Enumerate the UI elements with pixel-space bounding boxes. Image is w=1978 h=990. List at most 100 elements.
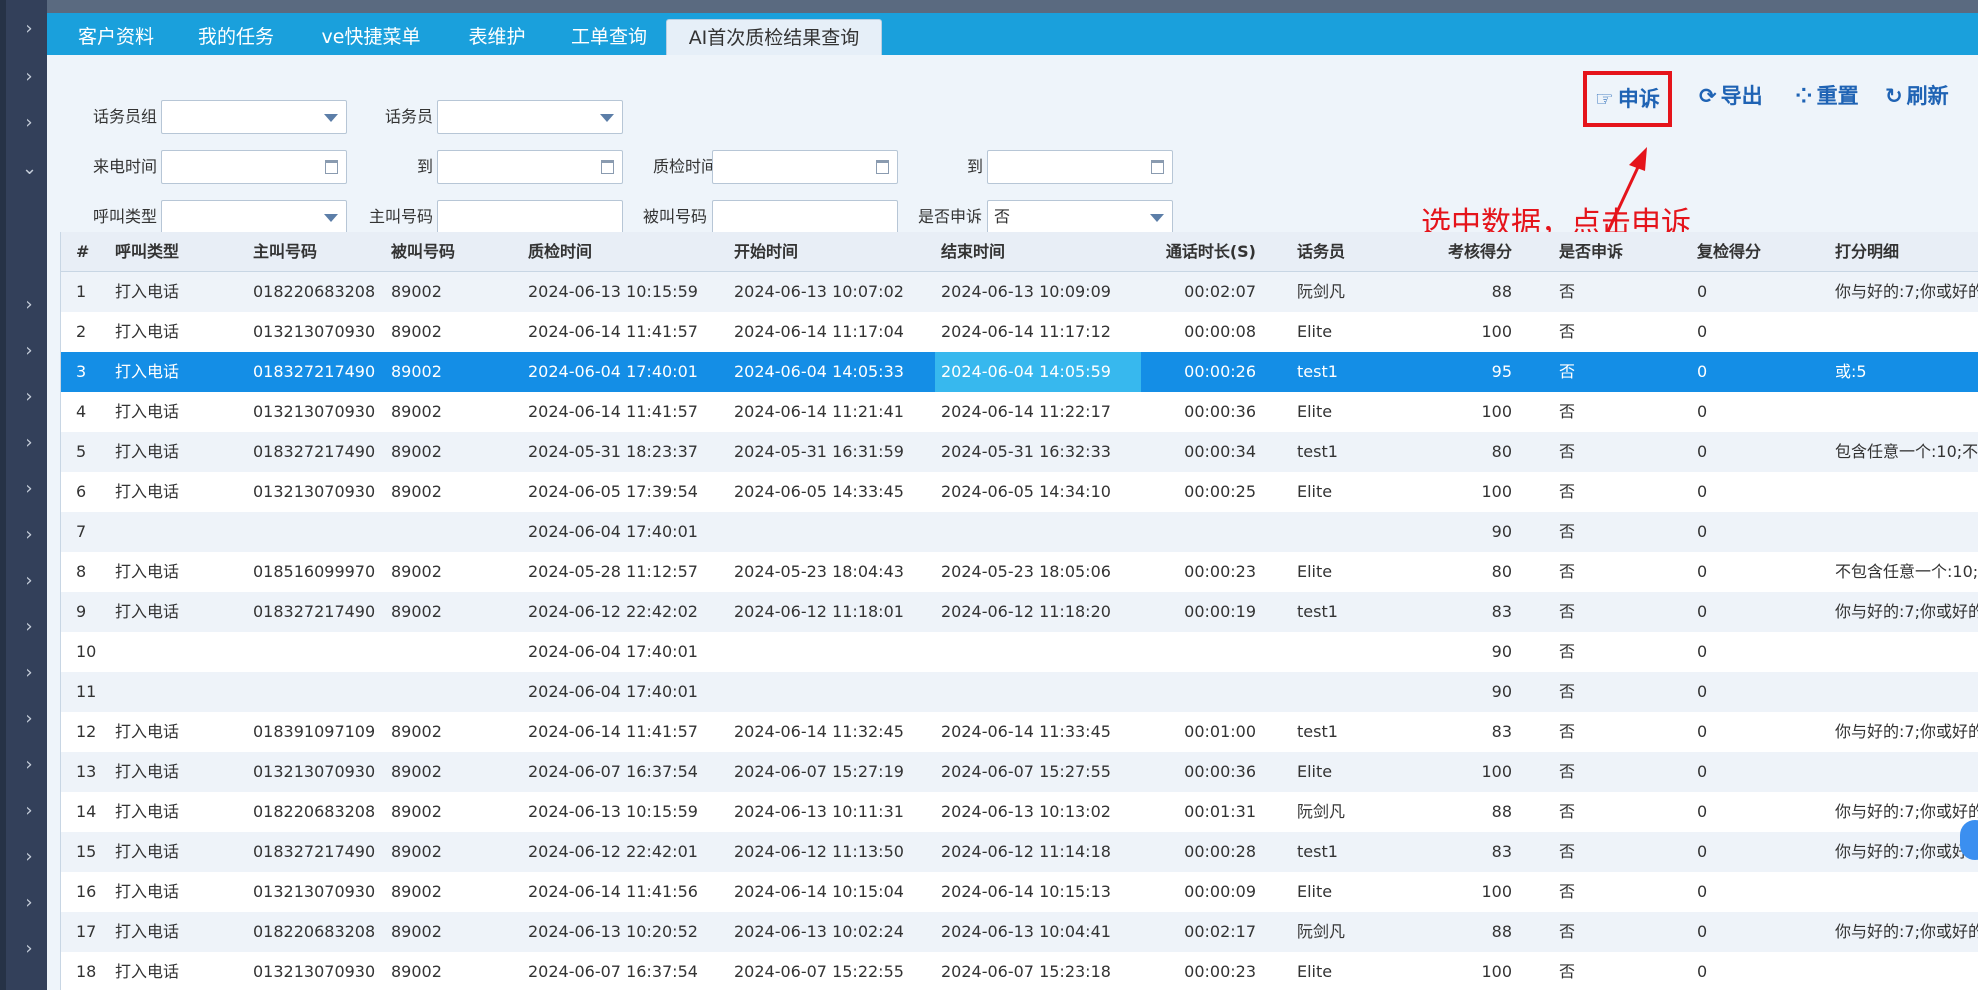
chevron-right-icon[interactable]: ›: [22, 572, 36, 590]
refresh-icon: ↻: [1885, 84, 1903, 108]
call-time-to-input[interactable]: [437, 150, 623, 184]
chevron-right-icon[interactable]: ›: [22, 434, 36, 452]
chevron-down-icon[interactable]: ⌄: [22, 160, 37, 178]
table-row[interactable]: 14 打入电话 018220683208 89002 2024-06-13 10:15:…: [61, 792, 1978, 832]
col-duration-cell: 00:02:17: [1184, 922, 1256, 941]
col-call-type-cell: 打入电话: [115, 602, 180, 621]
table-row[interactable]: 16 打入电话 013213070930 89002 2024-06-14 11:41:…: [61, 872, 1978, 912]
table-row[interactable]: 1 打入电话 018220683208 89002 2024-06-13 10:15:5…: [61, 272, 1978, 312]
appealed-select[interactable]: 否: [987, 200, 1173, 234]
caller-input[interactable]: [437, 200, 623, 234]
chevron-right-icon[interactable]: ›: [22, 618, 36, 636]
table-row[interactable]: 18 打入电话 013213070930 89002 2024-06-07 16:37:…: [61, 952, 1978, 990]
tab-ticket-query[interactable]: 工单查询: [553, 19, 665, 55]
call-time-from-input[interactable]: [161, 150, 347, 184]
col-agent-header[interactable]: 话务员: [1297, 232, 1407, 272]
tab-table-maintenance[interactable]: 表维护: [447, 19, 547, 55]
table-row[interactable]: 7 2024-06-04 17:40:01 90 否 0: [61, 512, 1978, 552]
floating-assistant-icon[interactable]: [1960, 820, 1978, 860]
chevron-right-icon[interactable]: ›: [22, 710, 36, 728]
table-row[interactable]: 4 打入电话 013213070930 89002 2024-06-14 11:41:5…: [61, 392, 1978, 432]
agent-select[interactable]: [437, 100, 623, 134]
table-row[interactable]: 3 打入电话 018327217490 89002 2024-06-04 17:40:0…: [61, 352, 1978, 392]
table-row[interactable]: 2 打入电话 013213070930 89002 2024-06-14 11:41:5…: [61, 312, 1978, 352]
col-call-type-cell: 打入电话: [115, 322, 180, 341]
col-qc-time-cell: 2024-06-04 17:40:01: [528, 362, 698, 381]
col-appealed-header[interactable]: 是否申诉: [1559, 232, 1689, 272]
chevron-right-icon[interactable]: ›: [22, 664, 36, 682]
table-row[interactable]: 9 打入电话 018327217490 89002 2024-06-12 22:42:0…: [61, 592, 1978, 632]
col-callee-cell: 89002: [391, 602, 442, 621]
chevron-right-icon[interactable]: ›: [22, 848, 36, 866]
col-qc-time-cell: 2024-06-14 11:41:56: [528, 882, 698, 901]
col-qc-time-cell: 2024-06-07 16:37:54: [528, 962, 698, 981]
tab-ve-shortcut-menu[interactable]: ve快捷菜单: [301, 19, 441, 55]
table-row[interactable]: 12 打入电话 018391097109 89002 2024-06-14 11:41:…: [61, 712, 1978, 752]
col-recheck-score-cell: 0: [1697, 482, 1708, 501]
tab-ai-qc-results[interactable]: AI首次质检结果查询: [666, 19, 882, 55]
col-qc-time-header[interactable]: 质检时间: [528, 232, 728, 272]
col-qc-time-cell: 2024-06-14 11:41:57: [528, 722, 698, 741]
col-appealed-cell: 否: [1559, 682, 1576, 701]
col-agent-cell: Elite: [1297, 882, 1333, 901]
col-start-time-cell: 2024-06-12 11:18:01: [734, 602, 904, 621]
chevron-right-icon[interactable]: ›: [22, 68, 36, 86]
calendar-icon[interactable]: [876, 160, 889, 174]
chevron-right-icon[interactable]: ›: [22, 940, 36, 958]
reset-button[interactable]: ⁘ 重置: [1795, 75, 1859, 117]
col-caller-cell: [253, 672, 388, 712]
agent-group-select[interactable]: [161, 100, 347, 134]
calendar-icon[interactable]: [325, 160, 338, 174]
chevron-right-icon[interactable]: ›: [22, 20, 36, 38]
chevron-right-icon[interactable]: ›: [22, 114, 36, 132]
col-agent-cell: Elite: [1297, 322, 1333, 341]
col-start-time-cell: 2024-05-23 18:04:43: [734, 562, 904, 581]
table-row[interactable]: 11 2024-06-04 17:40:01 90 否 0: [61, 672, 1978, 712]
call-type-select[interactable]: [161, 200, 347, 234]
col-duration-header[interactable]: 通话时长(S): [1101, 232, 1256, 272]
chevron-right-icon[interactable]: ›: [22, 342, 36, 360]
col-recheck-score-cell: 0: [1697, 642, 1708, 661]
col-score-cell: 83: [1491, 842, 1512, 861]
col-agent-cell: 阮剑凡: [1297, 802, 1346, 821]
qc-time-from-input[interactable]: [712, 150, 898, 184]
col-agent-cell: Elite: [1297, 482, 1333, 501]
col-call-type-header[interactable]: 呼叫类型: [115, 232, 250, 272]
col-recheck-score-header[interactable]: 复检得分: [1697, 232, 1827, 272]
col-detail-header[interactable]: 打分明细: [1835, 232, 1978, 272]
refresh-button[interactable]: ↻ 刷新: [1885, 75, 1949, 117]
chevron-right-icon[interactable]: ›: [22, 802, 36, 820]
table-row[interactable]: 15 打入电话 018327217490 89002 2024-06-12 22:42:…: [61, 832, 1978, 872]
table-row[interactable]: 6 打入电话 013213070930 89002 2024-06-05 17:39:5…: [61, 472, 1978, 512]
col-duration-cell: [1101, 632, 1256, 672]
tab-customer-info[interactable]: 客户资料: [61, 19, 171, 55]
col-index-header[interactable]: #: [76, 232, 106, 272]
col-start-time-header[interactable]: 开始时间: [734, 232, 934, 272]
chevron-right-icon[interactable]: ›: [22, 526, 36, 544]
col-caller-header[interactable]: 主叫号码: [253, 232, 388, 272]
chevron-right-icon[interactable]: ›: [22, 480, 36, 498]
calendar-icon[interactable]: [601, 160, 614, 174]
table-row[interactable]: 10 2024-06-04 17:40:01 90 否 0: [61, 632, 1978, 672]
chevron-right-icon[interactable]: ›: [22, 756, 36, 774]
table-row[interactable]: 17 打入电话 018220683208 89002 2024-06-13 10:20:…: [61, 912, 1978, 952]
appeal-button[interactable]: ☞ 申诉: [1583, 71, 1672, 127]
agent-label: 话务员: [384, 107, 433, 126]
callee-input[interactable]: [712, 200, 898, 234]
table-row[interactable]: 13 打入电话 013213070930 89002 2024-06-07 16:37:…: [61, 752, 1978, 792]
tab-my-tasks[interactable]: 我的任务: [181, 19, 291, 55]
calendar-icon[interactable]: [1151, 160, 1164, 174]
col-score-header[interactable]: 考核得分: [1417, 232, 1512, 272]
table-row[interactable]: 8 打入电话 018516099970 89002 2024-05-28 11:12:5…: [61, 552, 1978, 592]
col-caller-cell: 013213070930: [253, 762, 376, 781]
col-detail-cell: [1835, 752, 1978, 792]
chevron-right-icon[interactable]: ›: [22, 894, 36, 912]
qc-time-to-input[interactable]: [987, 150, 1173, 184]
col-recheck-score-cell: 0: [1697, 682, 1708, 701]
col-callee-header[interactable]: 被叫号码: [391, 232, 526, 272]
table-row[interactable]: 5 打入电话 018327217490 89002 2024-05-31 18:23:3…: [61, 432, 1978, 472]
col-index-cell: 9: [76, 602, 87, 621]
export-button[interactable]: ⟳ 导出: [1699, 75, 1763, 117]
chevron-right-icon[interactable]: ›: [22, 388, 36, 406]
chevron-right-icon[interactable]: ›: [22, 296, 36, 314]
